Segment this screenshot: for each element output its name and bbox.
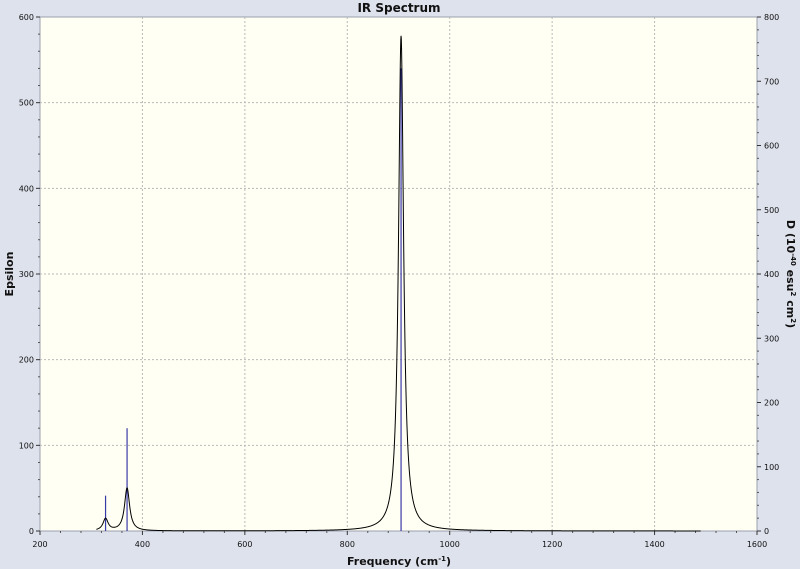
y2-tick-label: 100	[764, 463, 779, 472]
x-tick-label: 600	[237, 540, 252, 549]
y-tick-label: 200	[19, 356, 34, 365]
y-tick-label: 400	[19, 184, 34, 193]
x-tick-label: 1000	[440, 540, 460, 549]
x-axis-label: Frequency (cm-1)	[347, 555, 451, 568]
x-tick-label: 400	[135, 540, 150, 549]
right-y-axis-ticks: 0 100 200 300 400 500 600 700 800	[757, 13, 779, 536]
y2-axis-label: D (10-40 esu2 cm2)	[784, 220, 797, 328]
y2-tick-label: 0	[764, 527, 769, 536]
y-tick-label: 100	[19, 441, 34, 450]
y-tick-label: 500	[19, 99, 34, 108]
x-tick-label: 1200	[542, 540, 562, 549]
y-tick-label: 0	[29, 527, 34, 536]
y2-tick-label: 700	[764, 77, 779, 86]
chart-title: IR Spectrum	[357, 1, 440, 15]
x-tick-label: 1400	[644, 540, 664, 549]
y2-tick-label: 200	[764, 399, 779, 408]
y2-tick-label: 400	[764, 270, 779, 279]
y2-tick-label: 300	[764, 334, 779, 343]
y2-tick-label: 500	[764, 206, 779, 215]
x-tick-label: 1600	[747, 540, 767, 549]
y-tick-label: 600	[19, 13, 34, 22]
x-axis-ticks: 200 400 600 800 1000 1200 1400 1600	[32, 531, 767, 549]
ir-spectrum-chart: 0 100 200 300 400 500 600 0 100 200 300 400 500 600 7…	[3, 1, 797, 568]
y-tick-label: 300	[19, 270, 34, 279]
x-tick-label: 200	[32, 540, 47, 549]
y-axis-label: Epsilon	[3, 252, 16, 297]
y2-tick-label: 800	[764, 13, 779, 22]
left-y-axis-ticks: 0 100 200 300 400 500 600	[19, 13, 40, 536]
x-tick-label: 800	[340, 540, 355, 549]
y2-tick-label: 600	[764, 142, 779, 151]
